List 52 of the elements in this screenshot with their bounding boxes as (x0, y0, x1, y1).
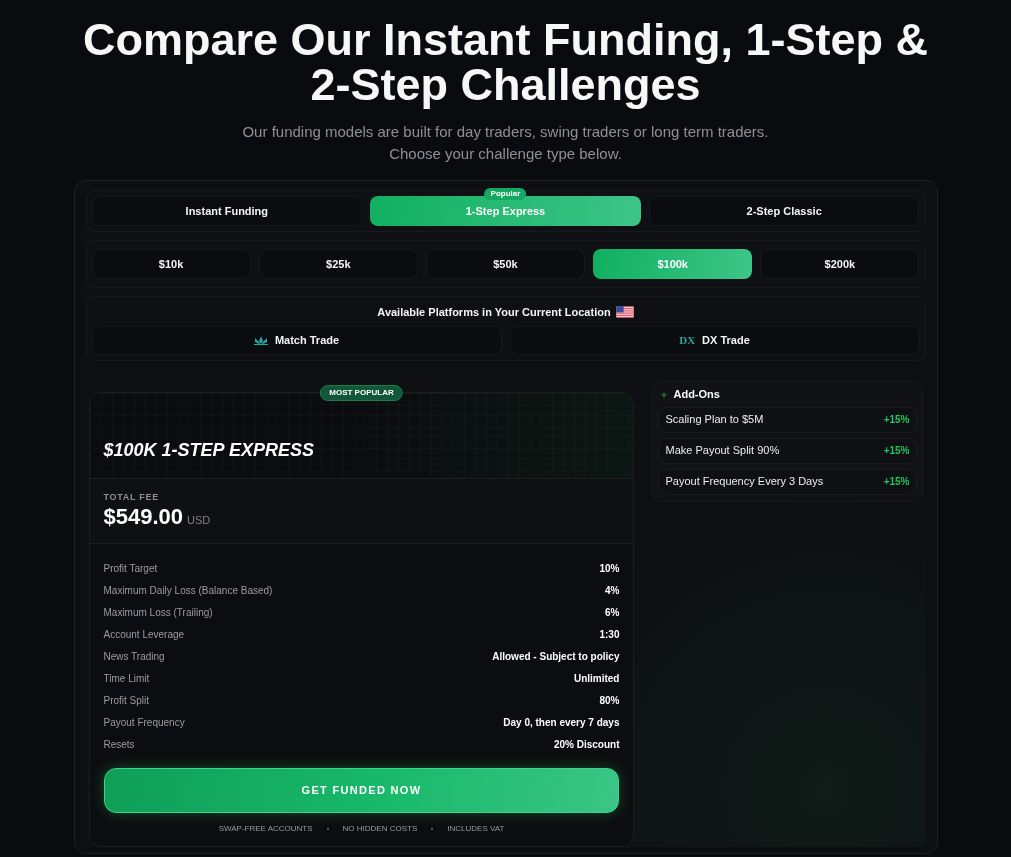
spec-value: 80% (599, 694, 620, 708)
spec-label: Maximum Loss (Trailing) (103, 606, 213, 620)
add-on-price: +15% (883, 475, 910, 489)
add-on-label: Make Payout Split 90% (665, 443, 780, 459)
spec-value: 10% (599, 562, 620, 576)
popular-badge: Popular (484, 188, 527, 200)
spec-value: 20% Discount (553, 738, 620, 752)
add-on-option[interactable]: Payout Frequency Every 3 Days +15% (658, 468, 917, 495)
spec-value: Day 0, then every 7 days (503, 716, 620, 730)
page-subtitle: Our funding models are built for day traders, swing traders or long term traders. Choose your challenge type below. (242, 122, 769, 164)
account-size-option[interactable]: $25k (258, 249, 418, 279)
platforms-heading: Available Platforms in Your Current Location (377, 305, 611, 320)
account-size-option[interactable]: $10k (91, 249, 251, 279)
spec-label: Resets (103, 738, 135, 752)
most-popular-badge: MOST POPULAR (320, 384, 403, 401)
add-on-price: +15% (883, 413, 910, 427)
lotus-icon (253, 335, 268, 345)
feature-note: INCLUDES VAT (447, 823, 505, 834)
spec-label: Time Limit (103, 672, 150, 686)
challenge-tab[interactable]: Instant Funding (91, 196, 363, 226)
platform-logo: DX (679, 334, 696, 346)
spec-label: Profit Target (103, 562, 158, 576)
challenge-tab[interactable]: 2-Step Classic (648, 196, 920, 226)
feature-note: SWAP-FREE ACCOUNTS (218, 823, 313, 834)
feature-note: NO HIDDEN COSTS (342, 823, 418, 834)
account-size-option[interactable]: $200k (760, 249, 920, 279)
add-on-price: +15% (883, 444, 910, 458)
add-ons-title: Add-Ons (673, 387, 720, 403)
spec-label: Account Leverage (103, 628, 185, 642)
spec-value: 6% (605, 606, 620, 620)
plus-icon (660, 390, 669, 399)
add-on-label: Payout Frequency Every 3 Days (665, 474, 824, 490)
spec-label: Payout Frequency (103, 716, 185, 730)
spec-label: News Trading (103, 650, 165, 664)
platform-option[interactable]: Match Trade (91, 325, 502, 355)
spec-value: 4% (605, 584, 620, 598)
flag-icon (615, 306, 634, 319)
add-on-option[interactable]: Make Payout Split 90% +15% (658, 437, 917, 464)
account-size-option[interactable]: $50k (425, 249, 586, 279)
spec-value: 1:30 (599, 628, 620, 642)
add-on-label: Scaling Plan to $5M (665, 412, 764, 428)
spec-value: Allowed - Subject to policy (492, 650, 620, 664)
platform-option[interactable]: DX DX Trade (509, 325, 920, 355)
spec-value: Unlimited (573, 672, 620, 686)
plan-title: $100K 1-STEP EXPRESS (103, 438, 314, 461)
spec-label: Maximum Daily Loss (Balance Based) (103, 584, 273, 598)
fee-label: TOTAL FEE (103, 490, 160, 503)
page-title: Compare Our Instant Funding, 1-Step & 2-Step Challenges (82, 17, 929, 107)
add-on-option[interactable]: Scaling Plan to $5M +15% (658, 406, 917, 433)
fee-amount: $549.00 (103, 502, 184, 531)
spec-label: Profit Split (103, 694, 150, 708)
fee-currency: USD (187, 512, 211, 528)
